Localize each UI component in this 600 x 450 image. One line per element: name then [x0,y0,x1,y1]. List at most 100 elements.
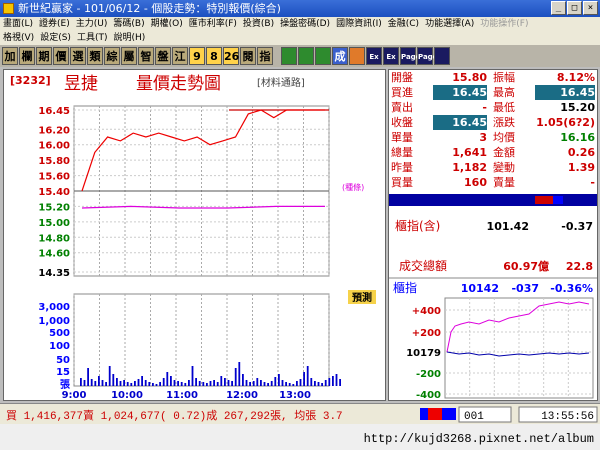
price-tick-label: 15.00 [38,218,70,229]
volume-bar [105,382,107,386]
time-tick-label: 10:00 [111,390,143,400]
toolbar-button[interactable]: 智 [138,47,154,65]
toolbar-button[interactable]: 9 [189,47,205,65]
menu-item[interactable]: 功能選擇(A) [422,17,477,31]
volume-bar [335,374,338,386]
menu-item[interactable]: 匯市利率(F) [186,17,240,31]
toolbar-button[interactable]: 加 [2,47,18,65]
toolbar-button[interactable] [281,47,297,65]
volume-tick-label: 100 [49,341,70,352]
toolbar-button[interactable]: 價 [53,47,69,65]
menu-item[interactable]: 主力(U) [73,17,111,31]
price-line [81,109,325,192]
menu-item[interactable]: 國際資訊(I) [333,17,385,31]
toolbar-button[interactable]: 江 [172,47,188,65]
maximize-button[interactable]: □ [567,1,582,15]
toolbar-button[interactable] [434,47,450,65]
toolbar-button[interactable]: Page [400,47,420,65]
volume-bar [213,380,215,386]
volume-bar [162,378,165,386]
toolbar-button[interactable]: 成 [332,47,348,65]
main-frame: [3232] 昱捷 量價走勢圖 [材料通路] 16.45 16.20 16.00 15… [0,67,600,403]
volume-bar [310,378,313,386]
title-bar: 新世紀贏家 - 101/06/12 - 個股走勢：特別報價(綜合) _ □ × [0,0,600,17]
volume-bar [98,376,100,386]
mini-index-change: -037 [511,282,539,295]
toolbar-button[interactable]: 欄 [19,47,35,65]
toolbar-button[interactable] [298,47,314,65]
menu-item[interactable]: 工具(T) [74,31,111,45]
menu-item[interactable]: 期權(O) [148,17,186,31]
price-volume-chart: 16.45 16.20 16.00 15.80 15.60 15.40 15.20 15.00… [38,105,376,400]
volume-bar [285,382,287,386]
menu-item[interactable]: 籌碼(B) [110,17,147,31]
toolbar-button[interactable]: 綜 [104,47,120,65]
volume-bar [90,379,93,386]
volume-bar [195,378,197,386]
volume-bar [263,382,266,386]
toolbar-button[interactable]: 閱 [240,47,256,65]
volume-tick-label: 50 [56,355,70,366]
volume-bar [339,379,341,386]
toolbar-button[interactable]: 期 [36,47,52,65]
minimize-button[interactable]: _ [551,1,566,15]
mini-axis-label: +400 [412,306,441,317]
price-tick-label: 15.80 [38,156,70,167]
volume-bar [126,382,129,386]
close-button[interactable]: × [583,1,598,15]
volume-bar [278,374,280,386]
volume-bar [321,383,323,386]
toolbar-button[interactable]: Ex [383,47,399,65]
menu-item[interactable]: 證券(E) [36,17,73,31]
volume-bar [152,383,154,386]
toolbar-button[interactable]: 屬 [121,47,137,65]
menu-bar: 畫面(L) 證券(E) 主力(U) 籌碼(B) 期權(O) 匯市利率(F) 投資(B) 操盤密… [0,17,600,45]
toolbar-button[interactable]: 8 [206,47,222,65]
volume-bar [177,381,179,386]
menu-item[interactable]: 金融(C) [385,17,422,31]
volume-bar [249,382,251,386]
volume-bar [116,378,118,386]
time-tick-label: 12:00 [226,390,258,400]
volume-bar [206,383,208,386]
toolbar-button[interactable]: Page [417,47,437,65]
toolbar-button[interactable]: 26 [223,47,239,65]
status-color-bar-red [428,408,442,420]
toolbar-button[interactable]: Ex [366,47,382,65]
volume-bar [252,381,255,386]
volume-bar [245,380,248,386]
volume-bar [296,381,298,386]
window-controls: _ □ × [551,1,598,15]
buy-sell-marker [535,196,553,204]
mini-axis-label: 10179 [406,348,441,359]
menu-item[interactable]: 投資(B) [240,17,277,31]
toolbar-button[interactable]: 指 [257,47,273,65]
volume-bar [94,381,97,386]
toolbar-button[interactable] [349,47,365,65]
volume-bar [87,368,89,386]
price-tick-label: 14.80 [38,233,70,244]
toolbar-button[interactable] [315,47,331,65]
toolbar-button[interactable]: 類 [87,47,103,65]
index-change: -0.37 [561,220,593,233]
volume-bar [173,380,176,386]
clock: 13:55:56 [541,411,594,423]
time-tick-label: 11:00 [166,390,198,400]
volume-bar [184,383,187,386]
volume-bar [220,376,223,386]
toolbar-button[interactable]: 選 [70,47,86,65]
footer-url: http://kujd3268.pixnet.net/album [364,432,594,446]
chart-panel: [3232] 昱捷 量價走勢圖 [材料通路] 16.45 16.20 16.00 15… [3,69,386,401]
menu-item[interactable]: 設定(S) [37,31,74,45]
menu-item[interactable]: 說明(H) [110,31,148,45]
volume-bar [216,382,219,386]
menu-item[interactable]: 畫面(L) [0,17,36,31]
volume-bar [159,382,161,386]
volume-bar [328,378,331,386]
toolbar-button[interactable]: 盤 [155,47,171,65]
forecast-badge[interactable]: 預測 [352,291,372,304]
menu-item[interactable]: 操盤密碼(D) [277,17,333,31]
volume-bar [299,379,302,386]
menu-item[interactable]: 格視(V) [0,31,37,45]
volume-bar [180,382,183,386]
